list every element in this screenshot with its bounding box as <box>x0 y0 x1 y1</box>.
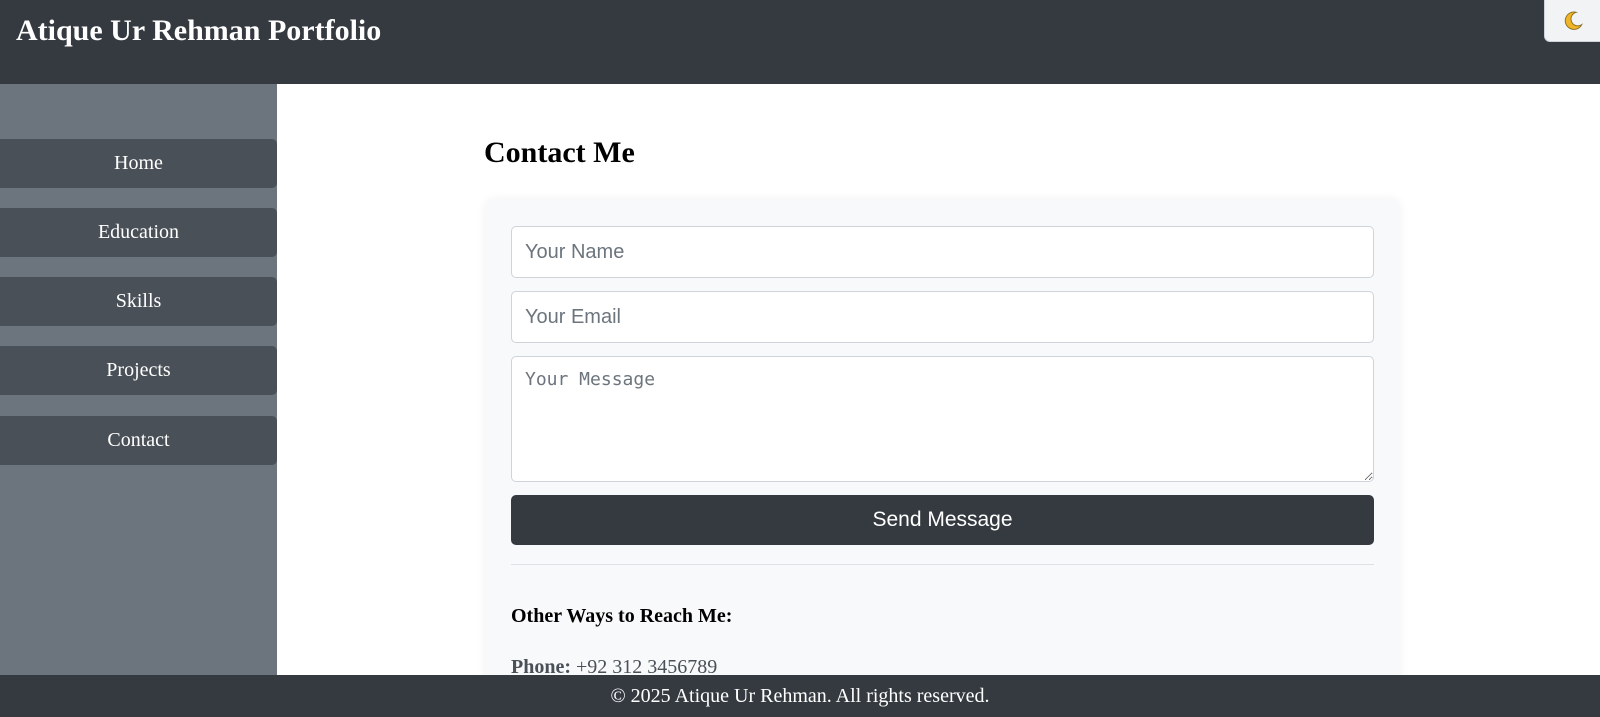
theme-toggle-button[interactable] <box>1544 0 1600 42</box>
other-ways-heading: Other Ways to Reach Me: <box>511 605 733 627</box>
sidebar-item-education[interactable]: Education <box>0 208 277 257</box>
site-title: Atique Ur Rehman Portfolio <box>16 14 382 47</box>
divider <box>511 564 1374 565</box>
message-textarea[interactable] <box>511 356 1374 482</box>
site-footer: © 2025 Atique Ur Rehman. All rights rese… <box>0 675 1600 717</box>
sidebar-item-projects[interactable]: Projects <box>0 346 277 395</box>
page-title: Contact Me <box>484 136 635 169</box>
site-header: Atique Ur Rehman Portfolio <box>0 0 1600 84</box>
sidebar-item-home[interactable]: Home <box>0 139 277 188</box>
sidebar-item-contact[interactable]: Contact <box>0 416 277 465</box>
footer-copyright: © 2025 Atique Ur Rehman. All rights rese… <box>610 684 990 707</box>
sidebar-nav: Home Education Skills Projects Contact <box>0 84 277 675</box>
sidebar-item-skills[interactable]: Skills <box>0 277 277 326</box>
send-message-button[interactable]: Send Message <box>511 495 1374 545</box>
moon-icon <box>1564 11 1583 30</box>
name-input[interactable] <box>511 226 1374 278</box>
email-input[interactable] <box>511 291 1374 343</box>
